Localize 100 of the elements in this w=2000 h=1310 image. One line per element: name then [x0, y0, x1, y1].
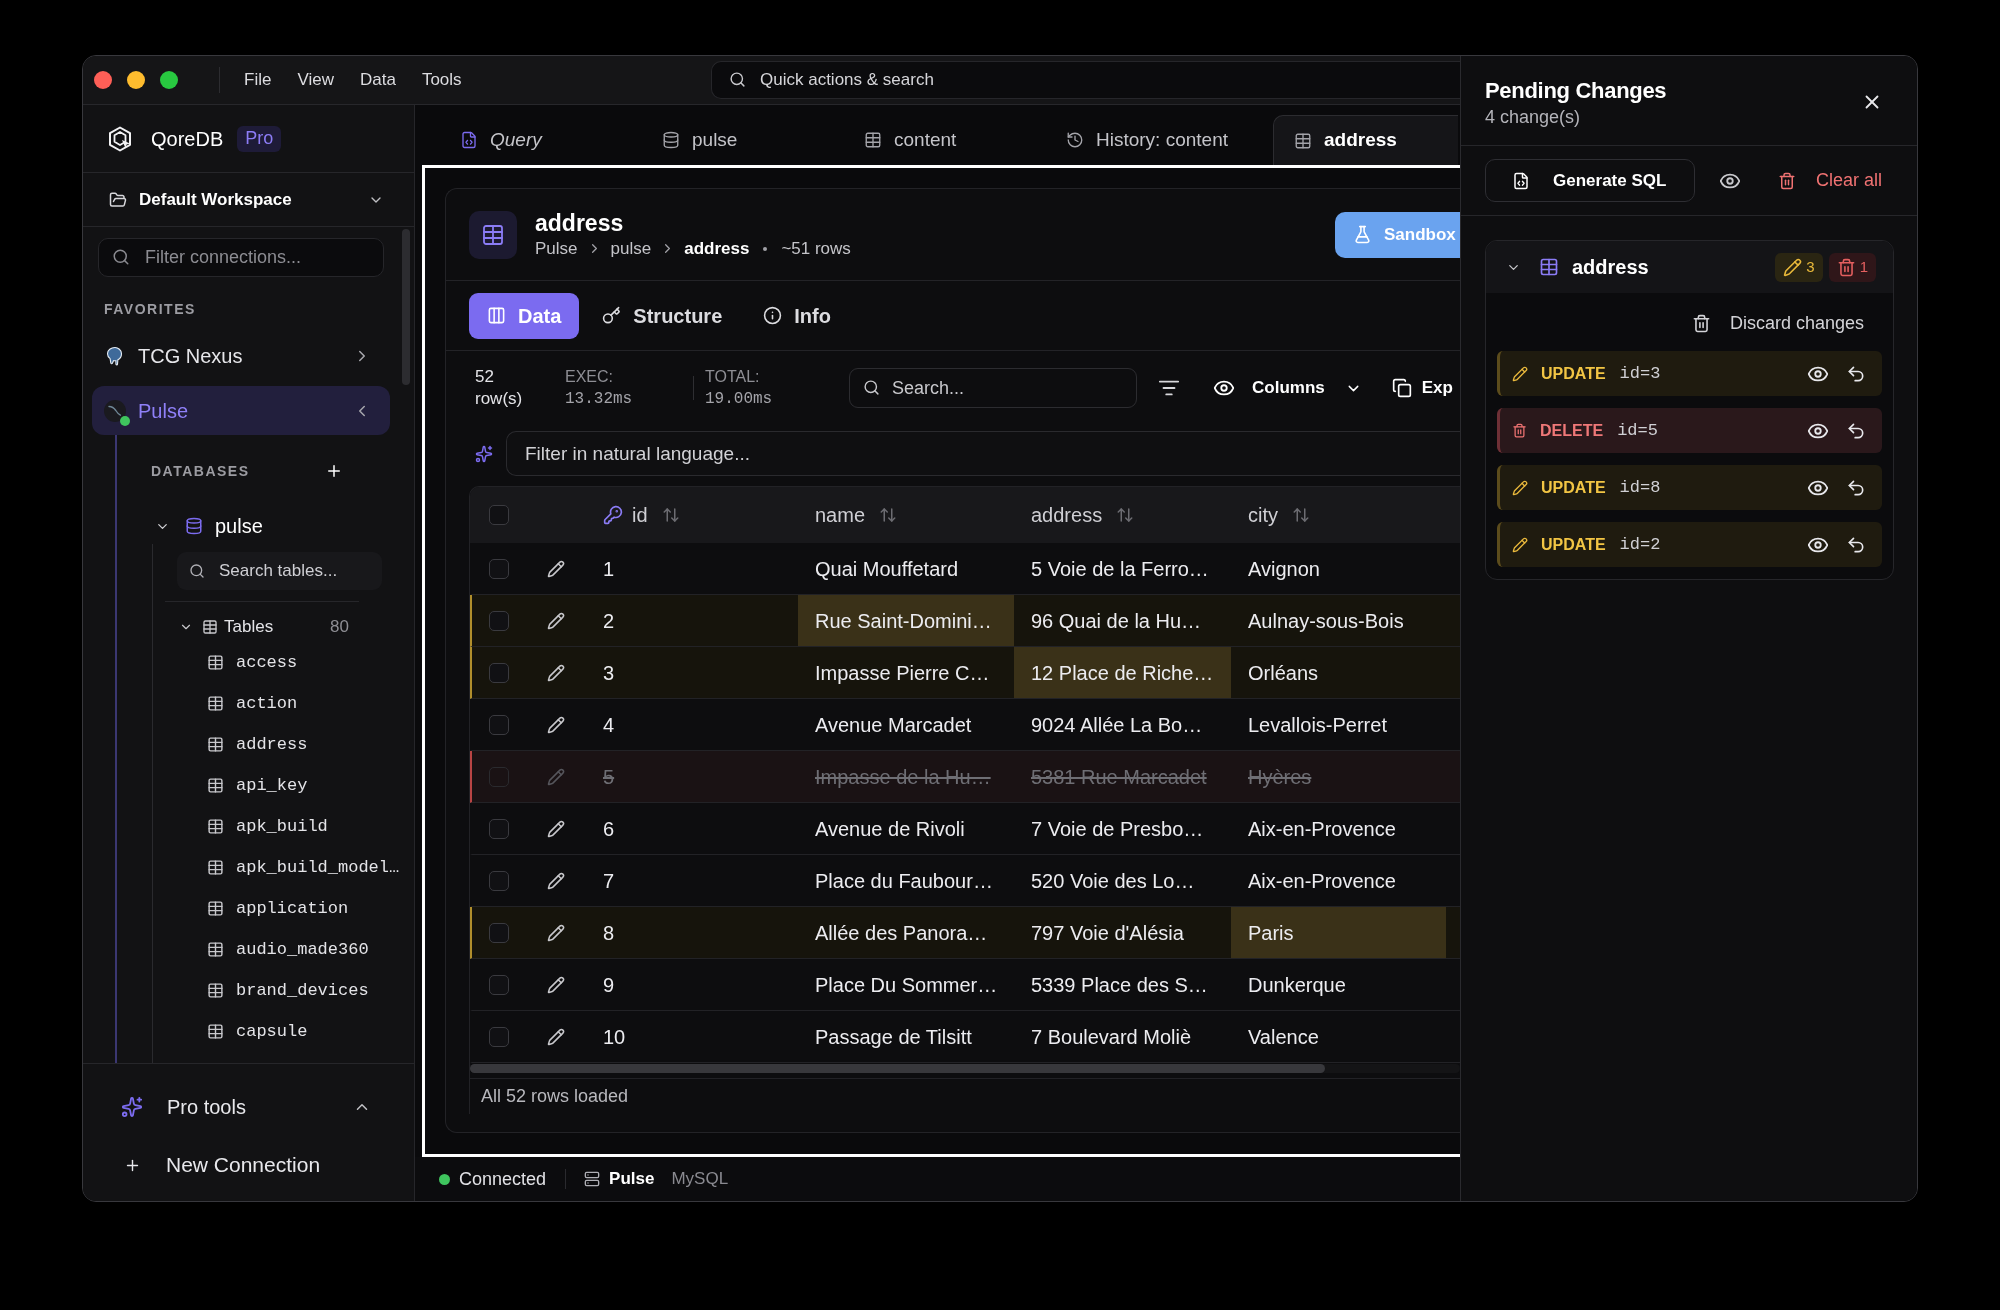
code-file-icon [1512, 171, 1530, 190]
sort-icon[interactable] [1116, 506, 1135, 524]
change-target: id=3 [1619, 362, 1661, 385]
filter-connections-field[interactable]: Filter connections... [98, 238, 384, 277]
search-tables-field[interactable]: Search tables... [177, 552, 382, 590]
undo-icon[interactable] [1846, 534, 1866, 555]
table-item[interactable]: capsule [153, 1011, 405, 1052]
database-engine: MySQL [671, 1168, 729, 1191]
column-header[interactable]: city [1231, 487, 1446, 543]
row-checkbox[interactable] [489, 662, 509, 683]
database-name[interactable]: pulse [215, 511, 263, 541]
breadcrumb-item[interactable]: address [684, 235, 750, 262]
pro-tools-button[interactable]: Pro tools [83, 1084, 414, 1130]
view-tab[interactable]: Info [745, 292, 849, 339]
table-icon [207, 818, 224, 835]
column-header[interactable]: id [586, 487, 798, 543]
connection-item[interactable]: TCG Nexus [92, 331, 390, 380]
minimize-window-icon[interactable] [127, 71, 145, 89]
table-cell: 12 Place de Riche… [1014, 647, 1231, 698]
table-cell-text: Hyères [1247, 764, 1313, 790]
change-type: UPDATE [1541, 534, 1606, 555]
tab[interactable]: pulse [642, 115, 844, 165]
column-header[interactable]: address [1014, 487, 1231, 543]
stat-label: TOTAL: [705, 367, 760, 387]
tab[interactable]: History: content [1046, 115, 1273, 165]
row-checkbox[interactable] [489, 974, 509, 995]
sort-icon[interactable] [1292, 506, 1310, 524]
table-icon [207, 859, 224, 876]
table-cell-text: Quai Mouffetard [814, 556, 960, 582]
table-item[interactable]: address [153, 724, 405, 765]
vertical-scrollbar[interactable] [402, 229, 410, 385]
table-cell-text: 96 Quai de la Hu… [1030, 608, 1203, 634]
menu-item[interactable]: Tools [421, 67, 462, 93]
new-connection-button[interactable]: New Connection [83, 1142, 414, 1188]
natural-language-filter-field[interactable]: Filter in natural language... [506, 431, 1460, 476]
sort-icon[interactable] [879, 506, 898, 524]
breadcrumb-item[interactable]: Pulse [535, 235, 578, 262]
clear-all-button[interactable]: Clear all [1778, 167, 1883, 194]
close-window-icon[interactable] [94, 71, 112, 89]
tab[interactable]: Query [440, 115, 642, 165]
tab[interactable]: content [844, 115, 1046, 165]
view-tab[interactable]: Data [469, 292, 580, 339]
select-all-checkbox[interactable] [489, 505, 509, 525]
code-file-icon [460, 131, 478, 149]
tree-label[interactable]: Tables [224, 614, 274, 640]
breadcrumb-item[interactable]: pulse [610, 235, 652, 262]
table-cell-text: Place Du Sommer… [814, 972, 999, 998]
table-cell-text: 9 [602, 972, 616, 998]
table-item[interactable]: api_key [153, 765, 405, 806]
table-cell-text: 9024 Allée La Bo… [1030, 712, 1204, 738]
table-cell-text: 10 [602, 1024, 627, 1050]
sort-icon[interactable] [661, 506, 680, 524]
table-cell-text: Orléans [1247, 660, 1320, 686]
menu-item[interactable]: File [244, 67, 272, 93]
workspace-selector[interactable]: Default Workspace [83, 173, 414, 227]
undo-icon[interactable] [1846, 420, 1866, 441]
horizontal-scrollbar[interactable] [470, 1064, 1460, 1073]
row-checkbox[interactable] [489, 922, 509, 943]
table-item[interactable]: application [153, 888, 405, 929]
table-item[interactable]: action [153, 683, 405, 724]
trash-icon [1778, 171, 1796, 190]
search-field[interactable]: Search... [849, 368, 1137, 408]
row-checkbox[interactable] [489, 714, 509, 735]
sparkle-icon [121, 1096, 143, 1118]
generate-sql-button[interactable]: Generate SQL [1485, 159, 1695, 202]
row-checkbox[interactable] [489, 870, 509, 891]
undo-icon[interactable] [1846, 363, 1866, 384]
maximize-window-icon[interactable] [160, 71, 178, 89]
row-checkbox[interactable] [489, 1026, 509, 1047]
pencil-icon [1512, 365, 1528, 382]
discard-changes-button[interactable]: Discard changes [1691, 309, 1864, 337]
tab[interactable]: address [1273, 115, 1458, 165]
search-icon [729, 71, 746, 88]
menu-item[interactable]: View [297, 67, 334, 93]
columns-button[interactable]: Columns [1213, 375, 1362, 401]
undo-icon[interactable] [1846, 477, 1866, 498]
table-item[interactable]: apk_build [153, 806, 405, 847]
search-icon [863, 379, 880, 396]
quick-search-field[interactable]: Quick actions & search [711, 61, 1460, 99]
column-header[interactable]: name [798, 487, 1014, 543]
change-type: UPDATE [1541, 477, 1606, 498]
table-item[interactable]: brand_devices [153, 970, 405, 1011]
view-tab[interactable]: Structure [584, 292, 741, 339]
row-checkbox[interactable] [489, 766, 509, 787]
row-checkbox[interactable] [489, 818, 509, 839]
pencil-icon [1783, 257, 1803, 277]
pencil-icon [1512, 479, 1528, 496]
menu-item[interactable]: Data [359, 67, 396, 93]
row-checkbox[interactable] [489, 610, 509, 631]
table-item[interactable]: apk_build_model… [153, 847, 405, 888]
table-item[interactable]: audio_made360 [153, 929, 405, 970]
export-button[interactable]: Exp [1391, 375, 1453, 401]
connection-status: Connected [459, 1167, 547, 1191]
plus-icon[interactable] [325, 462, 343, 480]
search-icon [112, 248, 130, 266]
row-checkbox[interactable] [489, 558, 509, 579]
table-item[interactable]: access [153, 642, 405, 683]
group-title: address [1572, 255, 1649, 280]
connection-item[interactable]: Pulse [92, 386, 390, 435]
table-cell-text: 8 [602, 920, 616, 946]
